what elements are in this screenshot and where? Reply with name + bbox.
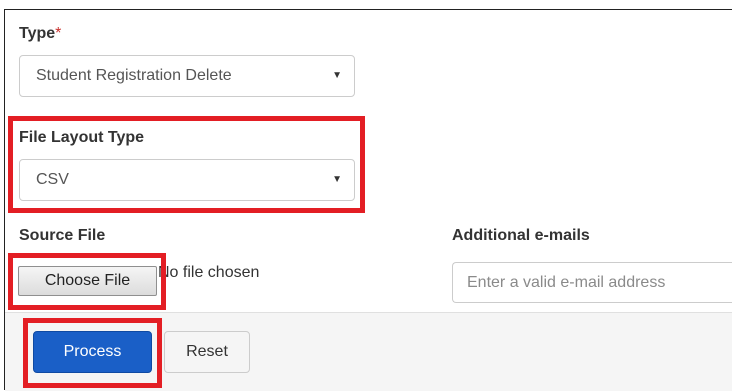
type-label: Type* <box>19 25 62 42</box>
reset-button[interactable]: Reset <box>164 331 250 373</box>
type-select[interactable]: Student Registration Delete ▼ <box>19 55 355 97</box>
file-status-text: No file chosen <box>158 264 260 281</box>
required-marker: * <box>55 25 62 42</box>
highlight-choose-file <box>8 253 166 310</box>
email-input[interactable]: Enter a valid e-mail address <box>452 262 732 303</box>
additional-emails-label: Additional e-mails <box>452 227 590 244</box>
highlight-process <box>23 318 162 388</box>
highlight-file-layout <box>8 116 365 213</box>
source-file-label: Source File <box>19 227 106 244</box>
chevron-down-icon: ▼ <box>332 70 342 81</box>
type-select-value: Student Registration Delete <box>36 67 232 84</box>
